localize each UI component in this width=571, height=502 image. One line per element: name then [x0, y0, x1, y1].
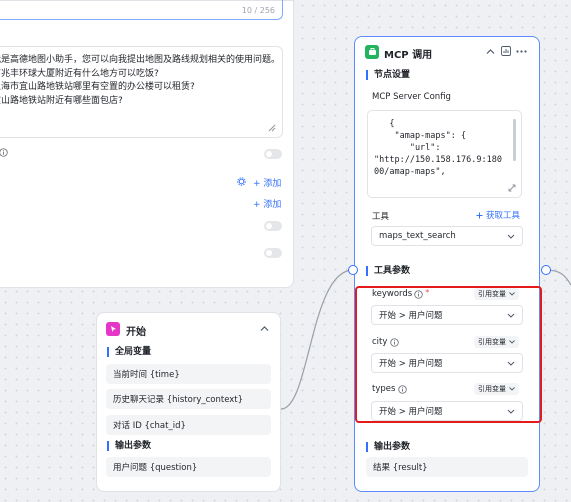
question-line: 宜山路地铁站附近有哪些面包店?: [0, 95, 123, 106]
toggle-switch[interactable]: [264, 248, 282, 258]
gear-icon[interactable]: [237, 177, 246, 186]
tool-select-value: maps_text_search: [379, 231, 456, 241]
global-var-field: 历史聊天记录 {history_context}: [106, 389, 271, 409]
highlight-box: [355, 286, 542, 423]
global-var-field: 当前时间 {time}: [106, 364, 271, 384]
code-line: "amap-maps": {: [374, 131, 467, 141]
question-line: 市兆丰环球大厦附近有什么地方可以吃饭?: [0, 68, 159, 79]
fetch-tools-button[interactable]: 获取工具: [476, 209, 520, 221]
chevron-up-icon[interactable]: [260, 325, 269, 332]
global-vars-label: 全局变量: [107, 347, 151, 357]
toggle-switch[interactable]: [264, 221, 282, 231]
output-field: 用户问题 {question}: [106, 457, 271, 477]
output-params-label: 输出参数: [366, 442, 410, 452]
tool-params-label: 工具参数: [366, 266, 410, 276]
scrollbar[interactable]: [513, 119, 516, 161]
plus-icon: [476, 212, 483, 218]
start-node[interactable]: 开始 全局变量 当前时间 {time} 历史聊天记录 {history_cont…: [96, 312, 281, 492]
output-params-label: 输出参数: [107, 441, 151, 451]
node-settings-panel: 10 / 256 我是高德地图小助手，您可以向我提出地图及路线规划相关的使用问题…: [0, 0, 294, 288]
mcp-icon: [365, 45, 379, 59]
resize-handle-icon[interactable]: [268, 124, 276, 132]
node-title: MCP 调用: [384, 50, 433, 61]
code-line: 00/amap-maps",: [374, 167, 446, 177]
toggle-switch[interactable]: [264, 149, 282, 159]
add-button[interactable]: + 添加: [253, 176, 281, 189]
code-line: "url":: [374, 143, 441, 153]
more-icon[interactable]: [516, 50, 527, 53]
tool-label: 工具: [372, 212, 390, 222]
start-icon: [106, 322, 120, 336]
fetch-tools-label: 获取工具: [486, 211, 521, 221]
server-config-editor[interactable]: { "amap-maps": { "url": "http://150.158.…: [367, 110, 522, 198]
node-title: 开始: [126, 327, 146, 338]
expand-icon[interactable]: [508, 184, 516, 192]
global-var-field: 对话 ID {chat_id}: [106, 415, 271, 435]
question-line: 上海市宜山路地铁站哪里有空置的办公楼可以租赁?: [0, 82, 195, 92]
info-icon[interactable]: [0, 148, 8, 157]
stats-icon[interactable]: [501, 46, 511, 56]
output-port[interactable]: [541, 265, 551, 275]
chevron-up-icon[interactable]: [486, 48, 495, 55]
mcp-call-node[interactable]: MCP 调用 节点设置 MCP Server Config { "amap-ma…: [354, 36, 540, 492]
add-button[interactable]: + 添加: [253, 197, 281, 210]
prologue-textarea[interactable]: 10 / 256: [0, 0, 283, 20]
question-line: 我是高德地图小助手，您可以向我提出地图及路线规划相关的使用问题。: [0, 55, 281, 65]
input-port[interactable]: [348, 265, 358, 275]
char-count: 10 / 256: [241, 6, 275, 15]
server-config-label: MCP Server Config: [372, 92, 451, 102]
code-line: "http://150.158.176.9:180: [374, 155, 502, 165]
guide-questions-textarea[interactable]: 我是高德地图小助手，您可以向我提出地图及路线规划相关的使用问题。 市兆丰环球大厦…: [0, 46, 283, 138]
code-line: {: [374, 119, 395, 129]
tool-select[interactable]: maps_text_search: [371, 226, 523, 246]
node-settings-label: 节点设置: [366, 70, 410, 80]
chevron-down-icon: [507, 234, 515, 239]
output-field: 结果 {result}: [366, 457, 528, 477]
